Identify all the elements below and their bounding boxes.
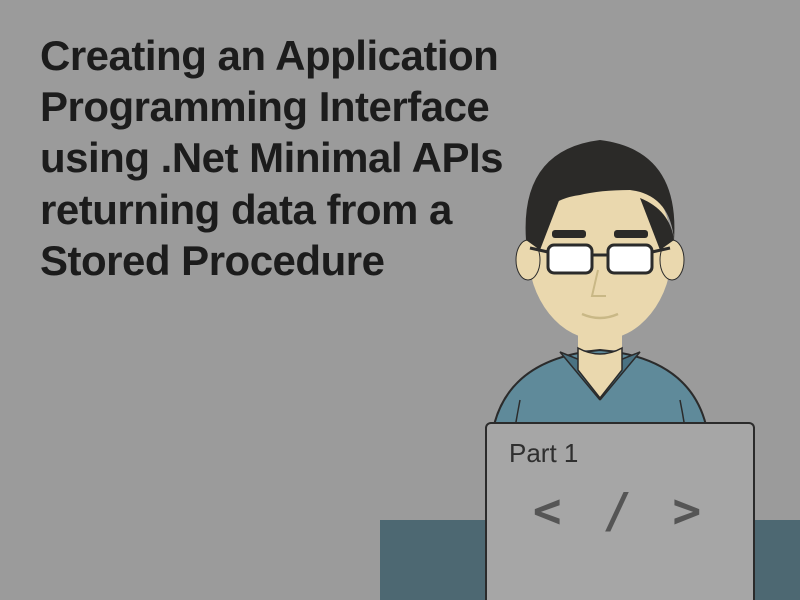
part-label: Part 1 bbox=[509, 438, 578, 469]
laptop-back: Part 1 < / > bbox=[485, 422, 755, 600]
laptop: Part 1 < / > bbox=[485, 422, 755, 600]
code-icon: < / > bbox=[533, 487, 708, 535]
